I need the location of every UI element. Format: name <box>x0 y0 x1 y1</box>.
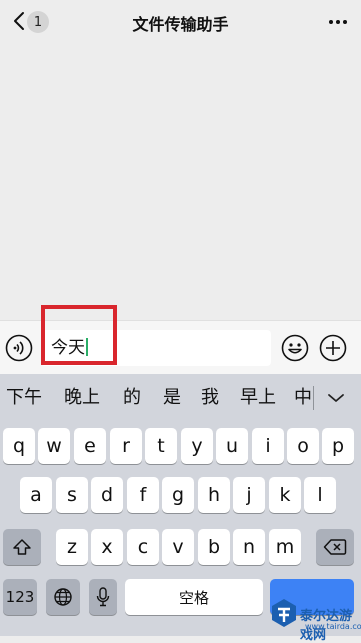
emoji-icon[interactable] <box>281 334 309 362</box>
backspace-icon <box>323 539 347 555</box>
key-r[interactable]: r <box>110 428 142 464</box>
key-i[interactable]: i <box>252 428 284 464</box>
key-b[interactable]: b <box>198 529 230 565</box>
key-a[interactable]: a <box>20 477 52 513</box>
key-y[interactable]: y <box>181 428 213 464</box>
candidate-word[interactable]: 我 <box>198 374 222 422</box>
key-p[interactable]: p <box>322 428 354 464</box>
key-j[interactable]: j <box>233 477 265 513</box>
key-n[interactable]: n <box>233 529 265 565</box>
key-h[interactable]: h <box>198 477 230 513</box>
key-w[interactable]: w <box>38 428 70 464</box>
space-key[interactable]: 空格 <box>125 579 263 615</box>
candidate-word[interactable]: 早上 <box>238 374 278 422</box>
key-v[interactable]: v <box>162 529 194 565</box>
candidate-bar: 下午 晚上 的 是 我 早上 中 <box>0 374 361 422</box>
mic-key[interactable] <box>89 579 117 615</box>
key-f[interactable]: f <box>127 477 159 513</box>
key-o[interactable]: o <box>287 428 319 464</box>
more-options-icon[interactable] <box>325 12 351 32</box>
microphone-icon <box>96 587 110 607</box>
candidate-word[interactable]: 晚上 <box>62 374 102 422</box>
shift-key[interactable] <box>3 529 41 565</box>
key-k[interactable]: k <box>269 477 301 513</box>
key-g[interactable]: g <box>162 477 194 513</box>
candidate-word[interactable]: 中 <box>294 374 314 422</box>
more-plus-icon[interactable] <box>319 334 347 362</box>
chevron-down-icon[interactable] <box>322 386 350 410</box>
candidate-word[interactable]: 是 <box>160 374 184 422</box>
globe-icon <box>54 588 72 606</box>
key-l[interactable]: l <box>304 477 336 513</box>
candidate-word[interactable]: 下午 <box>4 374 44 422</box>
page-title: 文件传输助手 <box>132 15 229 34</box>
text-caret <box>86 338 88 356</box>
key-q[interactable]: q <box>3 428 35 464</box>
key-t[interactable]: t <box>145 428 177 464</box>
candidate-divider <box>313 386 314 410</box>
shift-icon <box>13 539 31 555</box>
input-bar: 今天 <box>0 320 361 375</box>
key-z[interactable]: z <box>56 529 88 565</box>
voice-input-icon[interactable] <box>5 334 33 362</box>
candidate-word[interactable]: 的 <box>120 374 144 422</box>
key-c[interactable]: c <box>127 529 159 565</box>
watermark-url: www.tairda.com <box>305 622 361 631</box>
chat-message-area <box>0 44 361 320</box>
numbers-key[interactable]: 123 <box>3 579 37 615</box>
message-input[interactable]: 今天 <box>41 330 271 366</box>
key-m[interactable]: m <box>269 529 301 565</box>
key-x[interactable]: x <box>91 529 123 565</box>
backspace-key[interactable] <box>316 529 354 565</box>
globe-key[interactable] <box>46 579 80 615</box>
message-input-text: 今天 <box>51 338 85 358</box>
watermark-logo <box>272 599 296 627</box>
key-s[interactable]: s <box>56 477 88 513</box>
key-e[interactable]: e <box>74 428 106 464</box>
key-u[interactable]: u <box>216 428 248 464</box>
key-d[interactable]: d <box>91 477 123 513</box>
top-bar: 1 文件传输助手 <box>0 0 361 44</box>
